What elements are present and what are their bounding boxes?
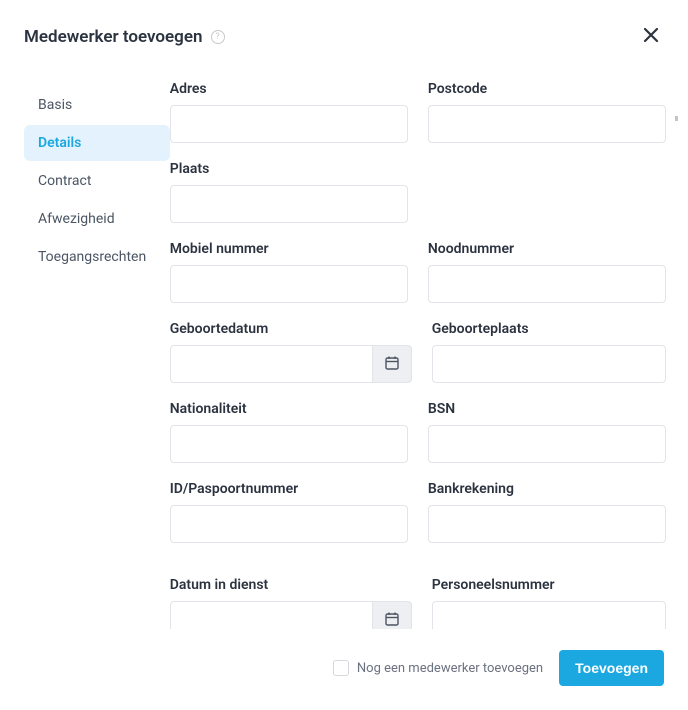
input-adres[interactable]	[170, 105, 408, 143]
geboortedatum-calendar-button[interactable]	[372, 345, 412, 383]
input-datum-dienst[interactable]	[170, 601, 372, 629]
field-plaats: Plaats	[170, 161, 408, 223]
label-nationaliteit: Nationaliteit	[170, 401, 408, 417]
submit-button-label: Toevoegen	[575, 660, 648, 676]
input-bankrekening[interactable]	[428, 505, 666, 543]
sidebar-item-label: Contract	[38, 173, 91, 189]
input-bsn[interactable]	[428, 425, 666, 463]
sidebar-item-basis[interactable]: Basis	[24, 87, 170, 123]
label-personeelsnr: Personeelsnummer	[432, 577, 666, 593]
sidebar-item-toegangsrechten[interactable]: Toegangsrechten	[24, 239, 170, 275]
label-postcode: Postcode	[428, 81, 666, 97]
field-nood: Noodnummer	[428, 241, 666, 303]
sidebar-item-label: Basis	[38, 97, 72, 113]
sidebar-item-details[interactable]: Details	[24, 125, 170, 161]
add-another-label: Nog een medewerker toevoegen	[357, 661, 543, 676]
label-geboorteplaats: Geboorteplaats	[432, 321, 666, 337]
input-postcode[interactable]	[428, 105, 666, 143]
label-datum-dienst: Datum in dienst	[170, 577, 412, 593]
sidebar-item-label: Toegangsrechten	[38, 249, 146, 265]
title-wrap: Medewerker toevoegen ?	[24, 27, 225, 47]
modal-title: Medewerker toevoegen	[24, 27, 203, 47]
input-nationaliteit[interactable]	[170, 425, 408, 463]
field-datum-dienst: Datum in dienst	[170, 577, 412, 629]
close-icon	[642, 32, 660, 47]
label-plaats: Plaats	[170, 161, 408, 177]
calendar-icon	[384, 611, 400, 630]
field-idpaspoort: ID/Paspoortnummer	[170, 481, 408, 543]
input-personeelsnr[interactable]	[432, 601, 666, 629]
submit-button[interactable]: Toevoegen	[559, 650, 664, 686]
label-bankrekening: Bankrekening	[428, 481, 666, 497]
datum-dienst-calendar-button[interactable]	[372, 601, 412, 629]
input-mobiel[interactable]	[170, 265, 408, 303]
field-adres: Adres	[170, 81, 408, 143]
add-another-wrap[interactable]: Nog een medewerker toevoegen	[333, 660, 543, 676]
sidebar-item-afwezigheid[interactable]: Afwezigheid	[24, 201, 170, 237]
input-geboortedatum[interactable]	[170, 345, 372, 383]
sidebar-item-label: Afwezigheid	[38, 211, 115, 227]
label-bsn: BSN	[428, 401, 666, 417]
input-geboorteplaats[interactable]	[432, 345, 666, 383]
field-personeelsnr: Personeelsnummer	[432, 577, 666, 629]
field-mobiel: Mobiel nummer	[170, 241, 408, 303]
label-nood: Noodnummer	[428, 241, 666, 257]
label-mobiel: Mobiel nummer	[170, 241, 408, 257]
form-area: Adres Postcode Plaats	[170, 81, 680, 629]
field-postcode: Postcode	[428, 81, 666, 143]
label-adres: Adres	[170, 81, 408, 97]
input-plaats[interactable]	[170, 185, 408, 223]
label-geboortedatum: Geboortedatum	[170, 321, 412, 337]
input-nood[interactable]	[428, 265, 666, 303]
sidebar-item-contract[interactable]: Contract	[24, 163, 170, 199]
help-icon[interactable]: ?	[211, 30, 225, 44]
field-bsn: BSN	[428, 401, 666, 463]
modal-footer: Nog een medewerker toevoegen Toevoegen	[0, 629, 688, 710]
modal-body: Basis Details Contract Afwezigheid Toega…	[0, 63, 688, 629]
close-button[interactable]	[638, 22, 664, 51]
input-idpaspoort[interactable]	[170, 505, 408, 543]
field-geboortedatum: Geboortedatum	[170, 321, 412, 383]
sidebar: Basis Details Contract Afwezigheid Toega…	[24, 81, 170, 629]
add-another-checkbox[interactable]	[333, 660, 349, 676]
calendar-icon	[384, 355, 400, 374]
field-geboorteplaats: Geboorteplaats	[432, 321, 666, 383]
modal-header: Medewerker toevoegen ?	[0, 0, 688, 63]
label-idpaspoort: ID/Paspoortnummer	[170, 481, 408, 497]
field-nationaliteit: Nationaliteit	[170, 401, 408, 463]
add-employee-modal: Medewerker toevoegen ? Basis Details Con…	[0, 0, 688, 710]
field-bankrekening: Bankrekening	[428, 481, 666, 543]
postcode-lookup-icon[interactable]	[674, 115, 680, 133]
sidebar-item-label: Details	[38, 135, 81, 151]
